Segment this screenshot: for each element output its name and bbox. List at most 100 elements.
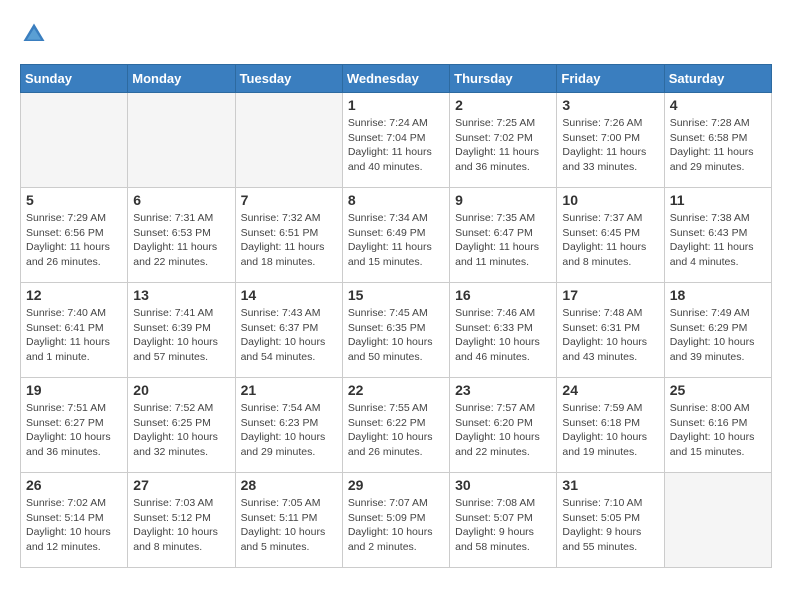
- day-number: 3: [562, 97, 658, 113]
- logo-icon: [20, 20, 48, 48]
- calendar-cell: 14 Sunrise: 7:43 AM Sunset: 6:37 PM Dayli…: [235, 283, 342, 378]
- calendar-cell: 18 Sunrise: 7:49 AM Sunset: 6:29 PM Dayli…: [664, 283, 771, 378]
- day-number: 2: [455, 97, 551, 113]
- day-info: Sunrise: 7:37 AM Sunset: 6:45 PM Dayligh…: [562, 211, 658, 270]
- calendar-cell: 17Sunrise: 7:48 AM Sunset: 6:31 PM Dayli…: [557, 283, 664, 378]
- day-number: 6: [133, 192, 229, 208]
- day-info: Sunrise: 7:34 AM Sunset: 6:49 PM Dayligh…: [348, 211, 444, 270]
- day-info: Sunrise: 7:05 AM Sunset: 5:11 PM Dayligh…: [241, 496, 337, 555]
- calendar-cell: 31Sunrise: 7:10 AM Sunset: 5:05 PM Dayli…: [557, 473, 664, 568]
- day-number: 16: [455, 287, 551, 303]
- day-header-saturday: Saturday: [664, 65, 771, 93]
- calendar-cell: 23 Sunrise: 7:57 AM Sunset: 6:20 PM Dayli…: [450, 378, 557, 473]
- day-info: Sunrise: 7:29 AM Sunset: 6:56 PM Dayligh…: [26, 211, 122, 270]
- day-number: 8: [348, 192, 444, 208]
- day-number: 11: [670, 192, 766, 208]
- calendar-cell: 13 Sunrise: 7:41 AM Sunset: 6:39 PM Dayli…: [128, 283, 235, 378]
- calendar-cell: 8 Sunrise: 7:34 AM Sunset: 6:49 PM Daylig…: [342, 188, 449, 283]
- day-info: Sunrise: 7:25 AM Sunset: 7:02 PM Dayligh…: [455, 116, 551, 175]
- week-row-5: 26Sunrise: 7:02 AM Sunset: 5:14 PM Dayli…: [21, 473, 772, 568]
- calendar-cell: 10 Sunrise: 7:37 AM Sunset: 6:45 PM Dayli…: [557, 188, 664, 283]
- day-info: Sunrise: 7:40 AM Sunset: 6:41 PM Dayligh…: [26, 306, 122, 365]
- day-info: Sunrise: 7:03 AM Sunset: 5:12 PM Dayligh…: [133, 496, 229, 555]
- calendar-cell: 16Sunrise: 7:46 AM Sunset: 6:33 PM Dayli…: [450, 283, 557, 378]
- calendar-cell: 20 Sunrise: 7:52 AM Sunset: 6:25 PM Dayli…: [128, 378, 235, 473]
- day-number: 21: [241, 382, 337, 398]
- day-info: Sunrise: 7:54 AM Sunset: 6:23 PM Dayligh…: [241, 401, 337, 460]
- calendar-cell: 25 Sunrise: 8:00 AM Sunset: 6:16 PM Dayli…: [664, 378, 771, 473]
- calendar-cell: 29Sunrise: 7:07 AM Sunset: 5:09 PM Dayli…: [342, 473, 449, 568]
- day-header-wednesday: Wednesday: [342, 65, 449, 93]
- day-number: 1: [348, 97, 444, 113]
- calendar-cell: 15 Sunrise: 7:45 AM Sunset: 6:35 PM Dayli…: [342, 283, 449, 378]
- week-row-1: 1Sunrise: 7:24 AM Sunset: 7:04 PM Daylig…: [21, 93, 772, 188]
- day-info: Sunrise: 7:02 AM Sunset: 5:14 PM Dayligh…: [26, 496, 122, 555]
- day-number: 31: [562, 477, 658, 493]
- day-number: 17: [562, 287, 658, 303]
- day-number: 7: [241, 192, 337, 208]
- calendar-cell: 19Sunrise: 7:51 AM Sunset: 6:27 PM Dayli…: [21, 378, 128, 473]
- calendar-cell: 3 Sunrise: 7:26 AM Sunset: 7:00 PM Daylig…: [557, 93, 664, 188]
- day-number: 18: [670, 287, 766, 303]
- calendar-cell: 26Sunrise: 7:02 AM Sunset: 5:14 PM Dayli…: [21, 473, 128, 568]
- day-header-sunday: Sunday: [21, 65, 128, 93]
- day-info: Sunrise: 7:38 AM Sunset: 6:43 PM Dayligh…: [670, 211, 766, 270]
- day-number: 9: [455, 192, 551, 208]
- day-number: 12: [26, 287, 122, 303]
- week-row-3: 12 Sunrise: 7:40 AM Sunset: 6:41 PM Dayli…: [21, 283, 772, 378]
- day-header-tuesday: Tuesday: [235, 65, 342, 93]
- calendar-cell: 7 Sunrise: 7:32 AM Sunset: 6:51 PM Daylig…: [235, 188, 342, 283]
- page-header: [20, 20, 772, 48]
- day-header-monday: Monday: [128, 65, 235, 93]
- day-info: Sunrise: 7:32 AM Sunset: 6:51 PM Dayligh…: [241, 211, 337, 270]
- calendar-header: SundayMondayTuesdayWednesdayThursdayFrid…: [21, 65, 772, 93]
- day-number: 10: [562, 192, 658, 208]
- day-info: Sunrise: 7:57 AM Sunset: 6:20 PM Dayligh…: [455, 401, 551, 460]
- day-info: Sunrise: 7:45 AM Sunset: 6:35 PM Dayligh…: [348, 306, 444, 365]
- day-number: 14: [241, 287, 337, 303]
- day-number: 28: [241, 477, 337, 493]
- calendar-cell: 9 Sunrise: 7:35 AM Sunset: 6:47 PM Daylig…: [450, 188, 557, 283]
- day-number: 29: [348, 477, 444, 493]
- day-number: 27: [133, 477, 229, 493]
- calendar-cell: [21, 93, 128, 188]
- day-info: Sunrise: 7:08 AM Sunset: 5:07 PM Dayligh…: [455, 496, 551, 555]
- day-number: 25: [670, 382, 766, 398]
- day-number: 30: [455, 477, 551, 493]
- calendar-cell: 24 Sunrise: 7:59 AM Sunset: 6:18 PM Dayli…: [557, 378, 664, 473]
- day-number: 23: [455, 382, 551, 398]
- calendar-table: SundayMondayTuesdayWednesdayThursdayFrid…: [20, 64, 772, 568]
- calendar-cell: 22 Sunrise: 7:55 AM Sunset: 6:22 PM Dayli…: [342, 378, 449, 473]
- logo: [20, 20, 52, 48]
- day-number: 19: [26, 382, 122, 398]
- calendar-cell: 30 Sunrise: 7:08 AM Sunset: 5:07 PM Dayli…: [450, 473, 557, 568]
- calendar-cell: 28 Sunrise: 7:05 AM Sunset: 5:11 PM Dayli…: [235, 473, 342, 568]
- day-header-thursday: Thursday: [450, 65, 557, 93]
- day-info: Sunrise: 7:28 AM Sunset: 6:58 PM Dayligh…: [670, 116, 766, 175]
- day-info: Sunrise: 7:59 AM Sunset: 6:18 PM Dayligh…: [562, 401, 658, 460]
- day-info: Sunrise: 8:00 AM Sunset: 6:16 PM Dayligh…: [670, 401, 766, 460]
- day-info: Sunrise: 7:55 AM Sunset: 6:22 PM Dayligh…: [348, 401, 444, 460]
- day-info: Sunrise: 7:41 AM Sunset: 6:39 PM Dayligh…: [133, 306, 229, 365]
- day-number: 13: [133, 287, 229, 303]
- day-info: Sunrise: 7:52 AM Sunset: 6:25 PM Dayligh…: [133, 401, 229, 460]
- day-number: 15: [348, 287, 444, 303]
- calendar-cell: 11 Sunrise: 7:38 AM Sunset: 6:43 PM Dayli…: [664, 188, 771, 283]
- week-row-2: 5 Sunrise: 7:29 AM Sunset: 6:56 PM Daylig…: [21, 188, 772, 283]
- day-info: Sunrise: 7:43 AM Sunset: 6:37 PM Dayligh…: [241, 306, 337, 365]
- day-number: 4: [670, 97, 766, 113]
- day-number: 5: [26, 192, 122, 208]
- calendar-cell: 21 Sunrise: 7:54 AM Sunset: 6:23 PM Dayli…: [235, 378, 342, 473]
- day-number: 20: [133, 382, 229, 398]
- day-number: 24: [562, 382, 658, 398]
- day-number: 22: [348, 382, 444, 398]
- calendar-cell: 4 Sunrise: 7:28 AM Sunset: 6:58 PM Daylig…: [664, 93, 771, 188]
- calendar-cell: [128, 93, 235, 188]
- calendar-cell: [235, 93, 342, 188]
- day-header-friday: Friday: [557, 65, 664, 93]
- day-info: Sunrise: 7:35 AM Sunset: 6:47 PM Dayligh…: [455, 211, 551, 270]
- day-info: Sunrise: 7:49 AM Sunset: 6:29 PM Dayligh…: [670, 306, 766, 365]
- calendar-cell: 27 Sunrise: 7:03 AM Sunset: 5:12 PM Dayli…: [128, 473, 235, 568]
- day-info: Sunrise: 7:31 AM Sunset: 6:53 PM Dayligh…: [133, 211, 229, 270]
- day-info: Sunrise: 7:26 AM Sunset: 7:00 PM Dayligh…: [562, 116, 658, 175]
